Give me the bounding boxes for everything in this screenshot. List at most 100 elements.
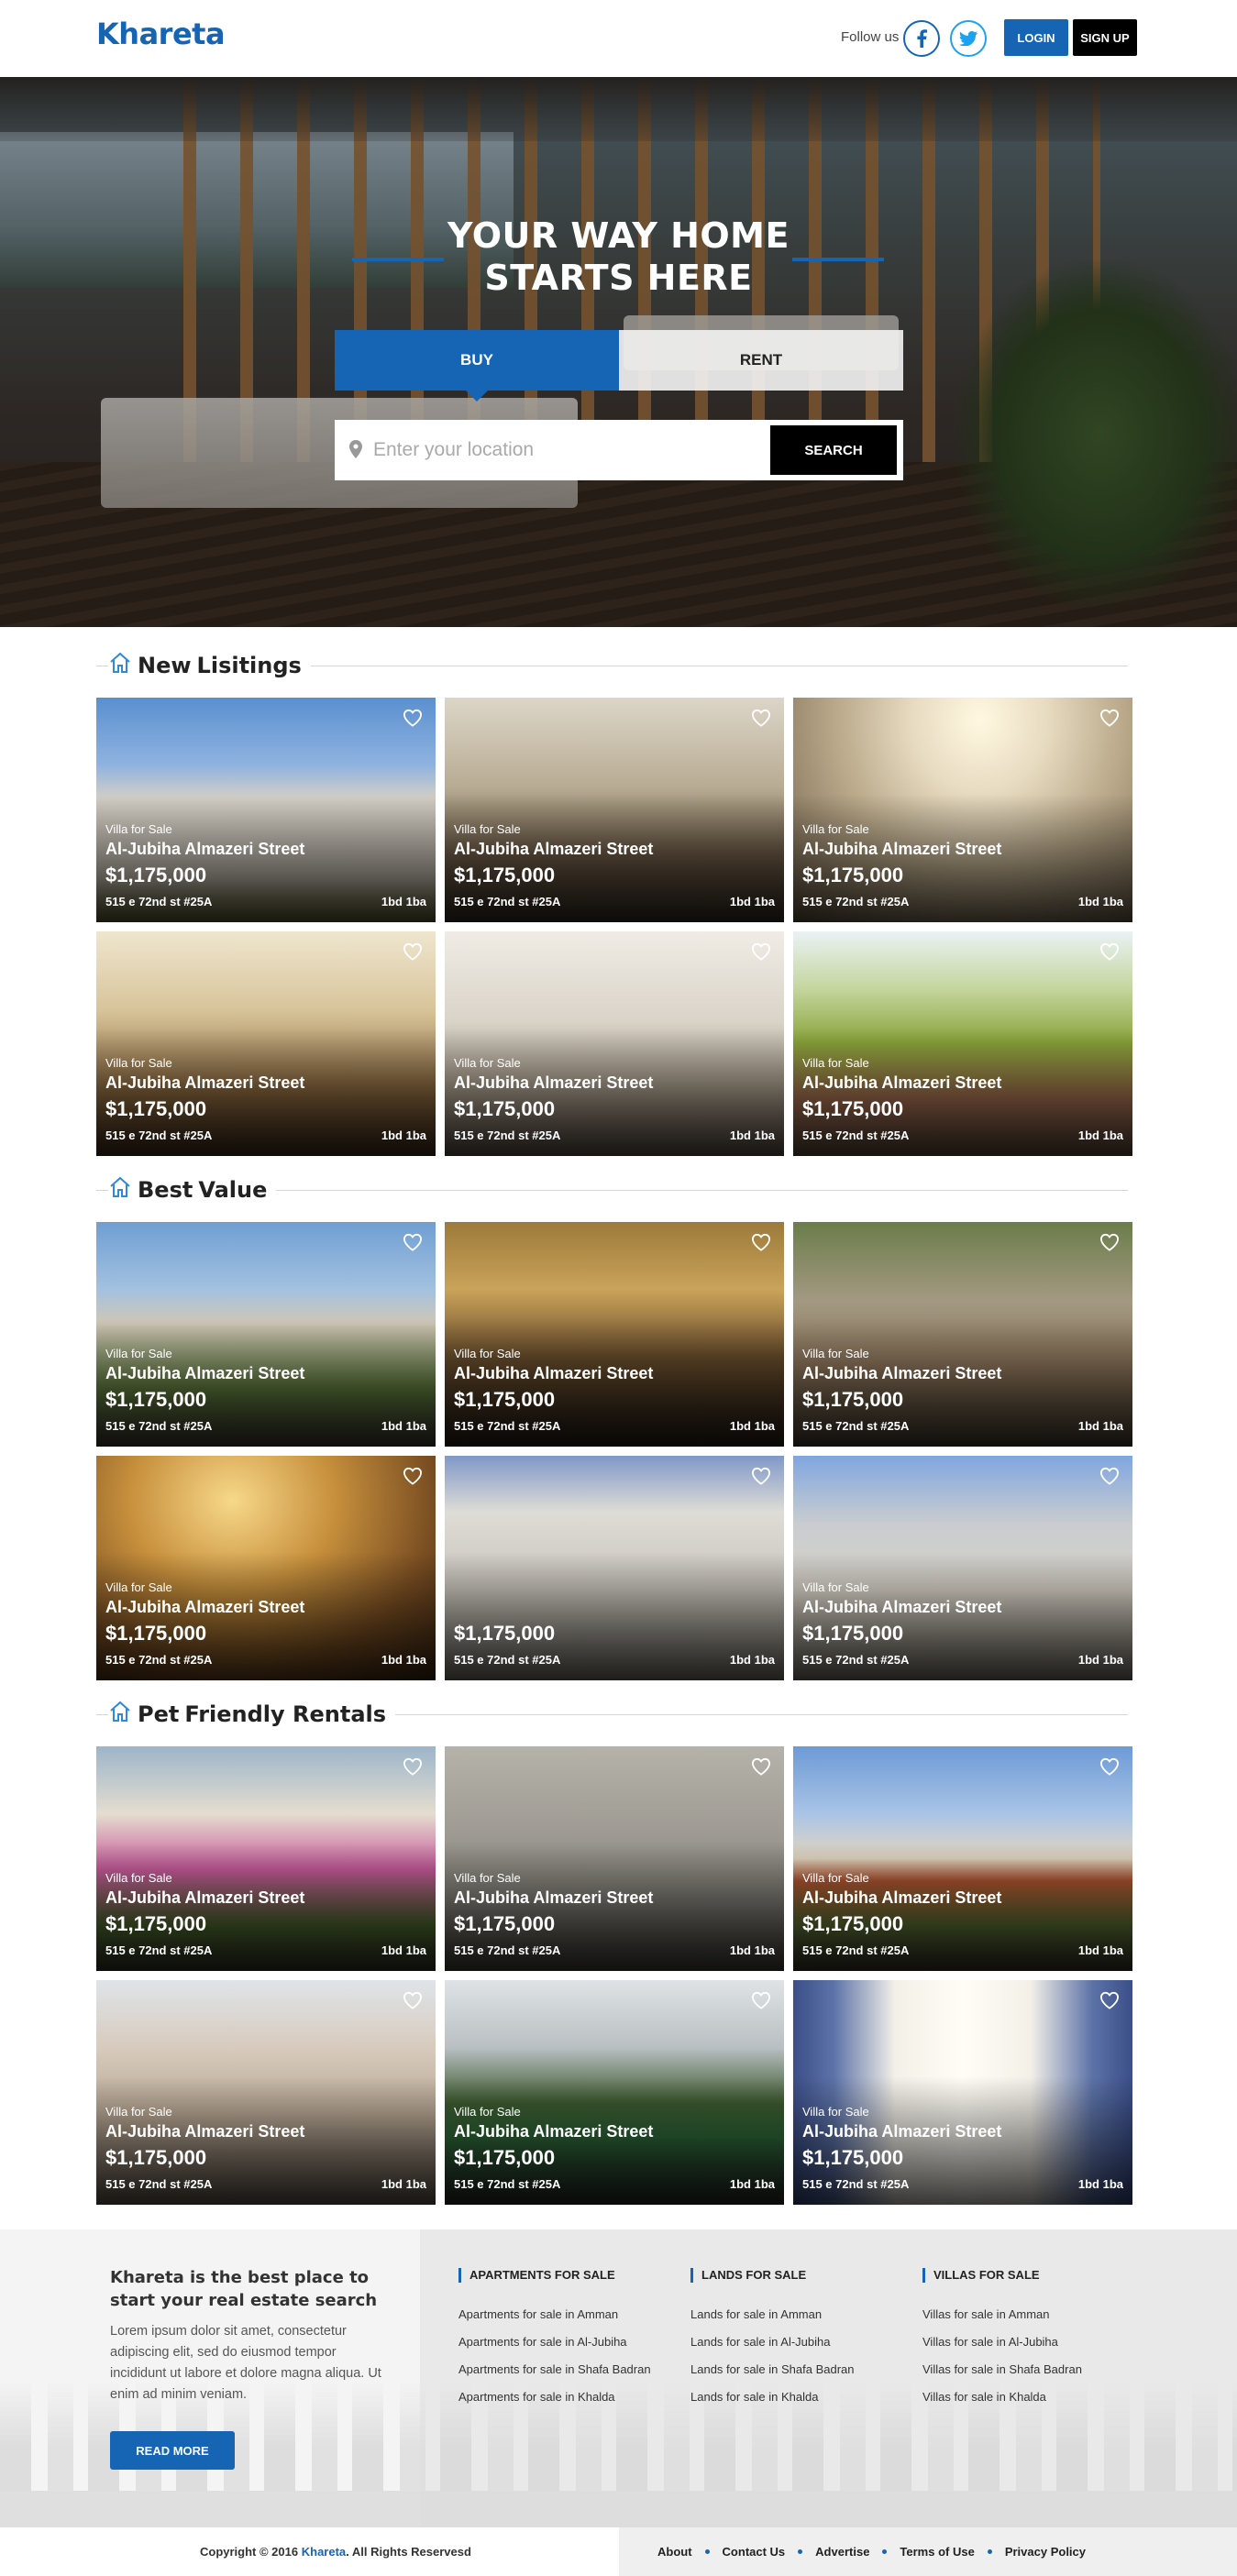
listing-street: Al-Jubiha Almazeri Street (105, 1888, 305, 1907)
footer-nav-link[interactable]: About (657, 2545, 692, 2559)
footer-link[interactable]: Apartments for sale in Shafa Badran (458, 2356, 651, 2383)
favorite-heart-icon[interactable] (403, 1757, 423, 1780)
section-title: New Lisitings (108, 651, 311, 680)
listing-card[interactable]: Villa for Sale Al-Jubiha Almazeri Street $… (445, 1980, 784, 2205)
listing-address: 515 e 72nd st #25A (802, 895, 910, 908)
map-pin-icon (349, 440, 362, 463)
listing-type: Villa for Sale (454, 1056, 521, 1070)
home-icon (108, 1700, 132, 1729)
listing-price: $1,175,000 (802, 2146, 904, 2169)
listing-price: $1,175,000 (802, 1622, 904, 1645)
favorite-heart-icon[interactable] (751, 1991, 771, 2014)
footer-nav: About Contact Us Advertise Terms of Use Priv… (657, 2545, 1086, 2559)
footer-link[interactable]: Villas for sale in Al-Jubiha (922, 2328, 1082, 2356)
favorite-heart-icon[interactable] (751, 1757, 771, 1780)
listing-card[interactable]: Villa for Sale Al-Jubiha Almazeri Street $… (793, 1222, 1132, 1447)
listing-card[interactable]: Villa for Sale Al-Jubiha Almazeri Street $… (793, 698, 1132, 922)
site-logo[interactable]: Khareta (96, 17, 226, 51)
tab-buy[interactable]: BUY (335, 330, 619, 402)
facebook-icon[interactable] (903, 20, 940, 57)
listing-card[interactable]: Villa for Sale Al-Jubiha Almazeri Street $… (96, 1456, 436, 1680)
listing-card[interactable]: $1,175,000 515 e 72nd st #25A 1bd 1ba (445, 1456, 784, 1680)
listing-card[interactable]: Villa for Sale Al-Jubiha Almazeri Street $… (793, 931, 1132, 1156)
listing-type: Villa for Sale (802, 1056, 869, 1070)
listing-price: $1,175,000 (105, 864, 207, 886)
listing-card[interactable]: Villa for Sale Al-Jubiha Almazeri Street $… (793, 1980, 1132, 2205)
listing-card[interactable]: Villa for Sale Al-Jubiha Almazeri Street $… (445, 698, 784, 922)
listing-address: 515 e 72nd st #25A (454, 1653, 561, 1667)
footer-link[interactable]: Villas for sale in Shafa Badran (922, 2356, 1082, 2383)
listing-card[interactable]: Villa for Sale Al-Jubiha Almazeri Street $… (445, 1222, 784, 1447)
listing-beds-baths: 1bd 1ba (1077, 1653, 1123, 1667)
listing-street: Al-Jubiha Almazeri Street (105, 1073, 305, 1092)
favorite-heart-icon[interactable] (1099, 1757, 1120, 1780)
favorite-heart-icon[interactable] (1099, 1233, 1120, 1256)
tab-rent[interactable]: RENT (619, 330, 903, 391)
footer-column: LANDS FOR SALE Lands for sale in Amman Lan… (690, 2268, 855, 2411)
listing-beds-baths: 1bd 1ba (729, 2177, 775, 2191)
login-button[interactable]: LOGIN (1004, 19, 1068, 56)
listing-card[interactable]: Villa for Sale Al-Jubiha Almazeri Street $… (793, 1746, 1132, 1971)
footer-nav-link[interactable]: Contact Us (723, 2545, 786, 2559)
listing-card[interactable]: Villa for Sale Al-Jubiha Almazeri Street $… (96, 1980, 436, 2205)
favorite-heart-icon[interactable] (403, 1991, 423, 2014)
listing-card[interactable]: Villa for Sale Al-Jubiha Almazeri Street $… (96, 1746, 436, 1971)
listing-address: 515 e 72nd st #25A (454, 895, 561, 908)
listing-card[interactable]: Villa for Sale Al-Jubiha Almazeri Street $… (96, 698, 436, 922)
listing-address: 515 e 72nd st #25A (802, 1653, 910, 1667)
footer-nav-link[interactable]: Advertise (815, 2545, 869, 2559)
listing-card[interactable]: Villa for Sale Al-Jubiha Almazeri Street $… (793, 1456, 1132, 1680)
favorite-heart-icon[interactable] (751, 1233, 771, 1256)
footer-link[interactable]: Lands for sale in Shafa Badran (690, 2356, 855, 2383)
favorite-heart-icon[interactable] (1099, 1991, 1120, 2014)
footer-nav-link[interactable]: Terms of Use (900, 2545, 974, 2559)
favorite-heart-icon[interactable] (403, 942, 423, 965)
listing-type: Villa for Sale (802, 822, 869, 836)
footer-link[interactable]: Villas for sale in Amman (922, 2301, 1082, 2328)
listing-beds-baths: 1bd 1ba (381, 1943, 426, 1957)
favorite-heart-icon[interactable] (751, 1467, 771, 1490)
footer-link[interactable]: Villas for sale in Khalda (922, 2383, 1082, 2411)
listing-beds-baths: 1bd 1ba (1077, 1128, 1123, 1142)
footer-link[interactable]: Apartments for sale in Amman (458, 2301, 651, 2328)
listing-price: $1,175,000 (802, 864, 904, 886)
listing-card[interactable]: Villa for Sale Al-Jubiha Almazeri Street $… (96, 931, 436, 1156)
listing-address: 515 e 72nd st #25A (105, 1419, 213, 1433)
favorite-heart-icon[interactable] (751, 709, 771, 732)
listing-beds-baths: 1bd 1ba (381, 1653, 426, 1667)
copyright: Copyright © 2016 Khareta. All Rights Res… (200, 2545, 471, 2559)
search-button[interactable]: SEARCH (770, 425, 897, 475)
listing-street: Al-Jubiha Almazeri Street (802, 2122, 1002, 2141)
read-more-button[interactable]: READ MORE (110, 2431, 235, 2470)
listing-beds-baths: 1bd 1ba (1077, 2177, 1123, 2191)
listing-card[interactable]: Villa for Sale Al-Jubiha Almazeri Street $… (96, 1222, 436, 1447)
footer-nav-link[interactable]: Privacy Policy (1005, 2545, 1086, 2559)
favorite-heart-icon[interactable] (403, 1467, 423, 1490)
favorite-heart-icon[interactable] (403, 1233, 423, 1256)
listing-card[interactable]: Villa for Sale Al-Jubiha Almazeri Street $… (445, 931, 784, 1156)
footer-link[interactable]: Lands for sale in Amman (690, 2301, 855, 2328)
listing-street: Al-Jubiha Almazeri Street (802, 1598, 1002, 1616)
listing-card[interactable]: Villa for Sale Al-Jubiha Almazeri Street $… (445, 1746, 784, 1971)
listing-address: 515 e 72nd st #25A (454, 1419, 561, 1433)
favorite-heart-icon[interactable] (1099, 709, 1120, 732)
location-search-input[interactable] (373, 433, 758, 468)
footer-column: VILLAS FOR SALE Villas for sale in Amman V… (922, 2268, 1082, 2411)
copyright-brand-link[interactable]: Khareta (302, 2545, 346, 2559)
listing-beds-baths: 1bd 1ba (729, 1653, 775, 1667)
listing-price: $1,175,000 (105, 1622, 207, 1645)
listing-address: 515 e 72nd st #25A (802, 1419, 910, 1433)
favorite-heart-icon[interactable] (403, 709, 423, 732)
favorite-heart-icon[interactable] (1099, 1467, 1120, 1490)
footer-link[interactable]: Apartments for sale in Khalda (458, 2383, 651, 2411)
nav-separator-dot (704, 2549, 710, 2554)
favorite-heart-icon[interactable] (751, 942, 771, 965)
footer-link[interactable]: Apartments for sale in Al-Jubiha (458, 2328, 651, 2356)
footer-link[interactable]: Lands for sale in Al-Jubiha (690, 2328, 855, 2356)
hero-title: YOUR WAY HOME STARTS HERE (447, 215, 790, 298)
signup-button[interactable]: SIGN UP (1073, 19, 1137, 56)
footer-link[interactable]: Lands for sale in Khalda (690, 2383, 855, 2411)
listing-price: $1,175,000 (802, 1097, 904, 1120)
twitter-icon[interactable] (950, 20, 987, 57)
favorite-heart-icon[interactable] (1099, 942, 1120, 965)
